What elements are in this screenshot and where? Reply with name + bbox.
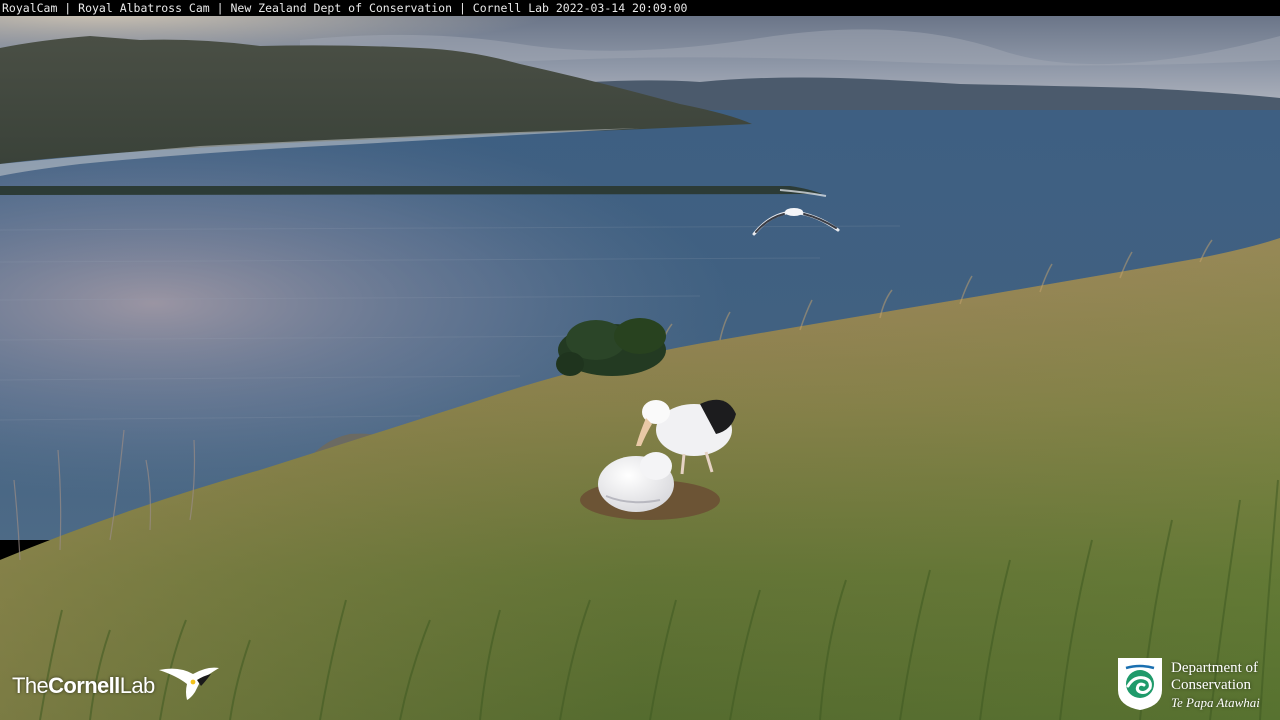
bird-in-flight-icon <box>158 667 219 700</box>
webcam-frame: RoyalCam | Royal Albatross Cam | New Zea… <box>0 0 1280 720</box>
cornell-logo-word-cornell: Cornell <box>48 673 120 698</box>
cornell-lab-logo[interactable]: TheCornellLab <box>12 664 222 708</box>
doc-logo-line3: Te Papa Atawhai <box>1171 695 1260 710</box>
doc-wordmark: Department of Conservation Te Papa Atawh… <box>1171 660 1260 711</box>
cornell-logo-word-lab: Lab <box>119 673 156 698</box>
albatross-cam-scene <box>0 0 1280 720</box>
breakwater <box>0 186 822 195</box>
doc-logo-line2: Conservation <box>1171 677 1251 693</box>
doc-wave-shield-icon <box>1118 658 1162 710</box>
cornell-logo-word-the: The <box>12 673 49 698</box>
doc-logo-line1: Department of <box>1171 660 1259 676</box>
cornell-lab-wordmark: TheCornellLab <box>12 673 155 699</box>
department-of-conservation-logo[interactable]: Department of Conservation Te Papa Atawh… <box>1116 655 1276 715</box>
stream-title-bar: RoyalCam | Royal Albatross Cam | New Zea… <box>0 0 1280 16</box>
